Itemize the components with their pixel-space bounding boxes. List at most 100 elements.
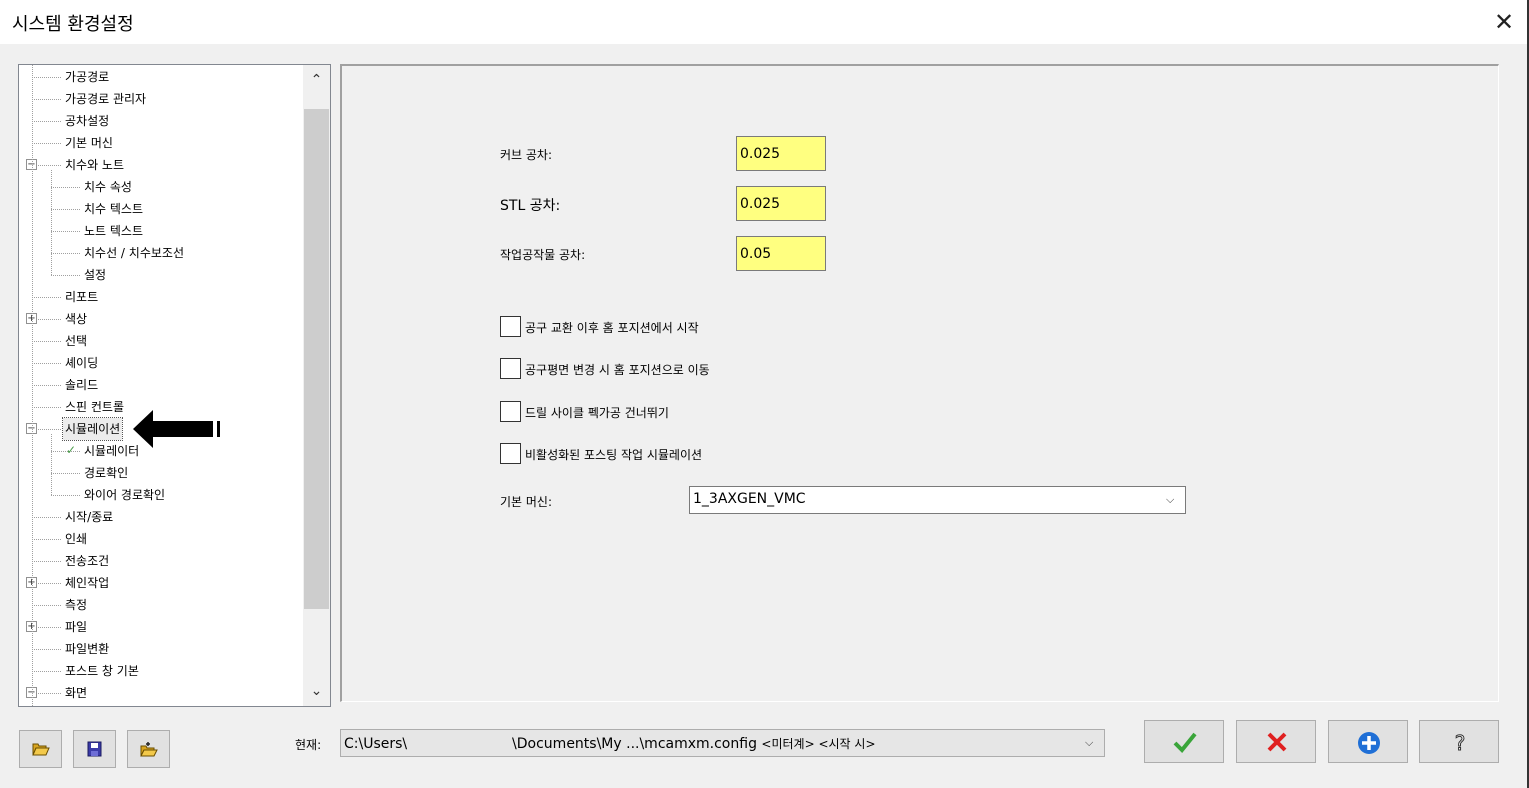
tree-item-label: 치수 텍스트 bbox=[84, 202, 144, 216]
tree-connector bbox=[32, 671, 61, 672]
tree-item[interactable]: 셰이딩 bbox=[63, 352, 100, 374]
help-icon: ? bbox=[1454, 731, 1466, 755]
tree-item[interactable]: 화면 bbox=[63, 682, 89, 704]
tree-item[interactable]: 와이어 경로확인 bbox=[82, 484, 167, 506]
tree-item[interactable]: 치수 속성 bbox=[82, 176, 134, 198]
scroll-up-icon[interactable]: ⌃ bbox=[303, 67, 330, 93]
tree-item[interactable]: 포스트 창 기본 bbox=[63, 660, 141, 682]
tree-item[interactable]: 노트 텍스트 bbox=[82, 220, 145, 242]
tree-item[interactable]: 인쇄 bbox=[63, 528, 89, 550]
stock-tolerance-input[interactable] bbox=[736, 236, 826, 271]
tree-item-label: 경로확인 bbox=[84, 466, 129, 480]
tree-item[interactable]: 솔리드 bbox=[63, 374, 100, 396]
tree-connector bbox=[51, 253, 80, 254]
tree-item[interactable]: 시작/종료 bbox=[63, 506, 115, 528]
tree-connector bbox=[32, 297, 61, 298]
tree-item[interactable]: 가공경로 bbox=[63, 66, 111, 88]
tree-scrollbar[interactable]: ⌃ ⌄ bbox=[303, 65, 330, 706]
scroll-thumb[interactable] bbox=[304, 109, 329, 609]
open-config-button[interactable] bbox=[19, 730, 62, 768]
tree-item-label: 가공경로 bbox=[65, 70, 110, 84]
tree-item[interactable]: 선택 bbox=[63, 330, 89, 352]
tree-item-label: 전송조건 bbox=[65, 554, 110, 568]
tree-item[interactable]: 스핀 컨트롤 bbox=[63, 396, 126, 418]
tree-connector bbox=[32, 407, 61, 408]
tree-connector bbox=[32, 77, 61, 78]
ok-button[interactable] bbox=[1144, 720, 1224, 763]
checkmark-icon bbox=[1173, 732, 1197, 753]
tree-connector bbox=[32, 99, 61, 100]
config-path-tail: <미터계> <시작 시> bbox=[761, 737, 876, 751]
tree-connector bbox=[51, 187, 80, 188]
tree-connector bbox=[51, 275, 80, 276]
tree-item-label: 가공경로 관리자 bbox=[65, 92, 147, 106]
checkbox[interactable] bbox=[500, 401, 521, 422]
tree-connector bbox=[51, 170, 52, 275]
tree-connector bbox=[51, 495, 80, 496]
settings-tree[interactable]: 가공경로 가공경로 관리자 공차설정 기본 머신 − 치수와 노트 치수 속성 치수 텍스트 노… bbox=[18, 64, 331, 707]
tree-item-label: 파일 bbox=[65, 620, 88, 634]
tree-item[interactable]: 치수선 / 치수보조선 bbox=[82, 242, 186, 264]
tree-item-label: 인쇄 bbox=[65, 532, 88, 546]
tree-item[interactable]: 설정 bbox=[82, 264, 108, 286]
apply-button[interactable] bbox=[1328, 720, 1408, 763]
tree-connector bbox=[32, 65, 33, 706]
tree-item[interactable]: 공차설정 bbox=[63, 110, 111, 132]
tree-item[interactable]: 파일변환 bbox=[63, 638, 111, 660]
tree-item-label: 기본 머신 bbox=[65, 136, 113, 150]
svg-text:?: ? bbox=[1455, 731, 1466, 755]
tree-connector bbox=[32, 341, 61, 342]
merge-config-button[interactable] bbox=[127, 730, 170, 768]
default-machine-value: 1_3AXGEN_VMC bbox=[693, 491, 806, 507]
add-circle-icon bbox=[1358, 732, 1380, 754]
checkbox[interactable] bbox=[500, 316, 521, 337]
tree-item-label: 치수선 / 치수보조선 bbox=[84, 246, 184, 260]
tree-item-label: 체인작업 bbox=[65, 576, 110, 590]
tree-item-label: 설정 bbox=[84, 268, 107, 282]
title-bar: 시스템 환경설정 ✕ bbox=[0, 0, 1529, 44]
option-label: 드릴 사이클 펙가공 건너뛰기 bbox=[525, 406, 669, 420]
tree-item[interactable]: 시뮬레이션 bbox=[61, 417, 124, 441]
curve-tolerance-input[interactable] bbox=[736, 136, 826, 171]
tree-item-label: 와이어 경로확인 bbox=[84, 488, 166, 502]
tree-item[interactable]: 경로확인 bbox=[82, 462, 130, 484]
tree-connector bbox=[32, 649, 61, 650]
tree-item-label: 솔리드 bbox=[65, 378, 99, 392]
save-icon bbox=[87, 741, 102, 757]
tree-item[interactable]: 리포트 bbox=[63, 286, 100, 308]
stl-tolerance-label: STL 공차: bbox=[500, 198, 561, 214]
tree-item-label: 노트 텍스트 bbox=[84, 224, 144, 238]
tree-item[interactable]: 가공경로 관리자 bbox=[63, 88, 148, 110]
tree-item-label: 시작/종료 bbox=[65, 510, 114, 524]
chevron-down-icon: ⌵ bbox=[1085, 736, 1094, 749]
tree-item[interactable]: 체인작업 bbox=[63, 572, 111, 594]
current-config-select[interactable]: C:\Users\ \Documents\My ...\mcamxm.confi… bbox=[340, 729, 1105, 757]
scroll-down-icon[interactable]: ⌄ bbox=[303, 678, 330, 704]
tree-item-label: 치수 속성 bbox=[84, 180, 132, 194]
tree-connector bbox=[32, 143, 61, 144]
tree-item[interactable]: 치수와 노트 bbox=[63, 154, 126, 176]
tree-item-label: 셰이딩 bbox=[65, 356, 99, 370]
stl-tolerance-input[interactable] bbox=[736, 186, 826, 221]
close-icon[interactable]: ✕ bbox=[1487, 5, 1521, 39]
default-machine-select[interactable]: 1_3AXGEN_VMC ⌵ bbox=[689, 486, 1186, 514]
tree-connector bbox=[51, 434, 52, 495]
annotation-arrow-icon bbox=[133, 410, 220, 448]
check-icon: ✓ bbox=[66, 443, 77, 457]
option-label: 비활성화된 포스팅 작업 시뮬레이션 bbox=[525, 448, 703, 462]
tree-item[interactable]: 파일 bbox=[63, 616, 89, 638]
tree-item[interactable]: 측정 bbox=[63, 594, 89, 616]
tree-item[interactable]: 치수 텍스트 bbox=[82, 198, 145, 220]
checkbox[interactable] bbox=[500, 358, 521, 379]
config-path-head: C:\Users\ bbox=[344, 736, 408, 752]
tree-item[interactable]: 기본 머신 bbox=[63, 132, 115, 154]
cancel-button[interactable] bbox=[1236, 720, 1316, 763]
tree-item-label: 선택 bbox=[65, 334, 88, 348]
help-button[interactable]: ? bbox=[1419, 720, 1499, 763]
tree-item-label: 스핀 컨트롤 bbox=[65, 400, 125, 414]
save-config-button[interactable] bbox=[73, 730, 116, 768]
tree-item[interactable]: 전송조건 bbox=[63, 550, 111, 572]
tree-item[interactable]: 색상 bbox=[63, 308, 89, 330]
checkbox[interactable] bbox=[500, 443, 521, 464]
tree-item-label: 화면 bbox=[65, 686, 88, 700]
